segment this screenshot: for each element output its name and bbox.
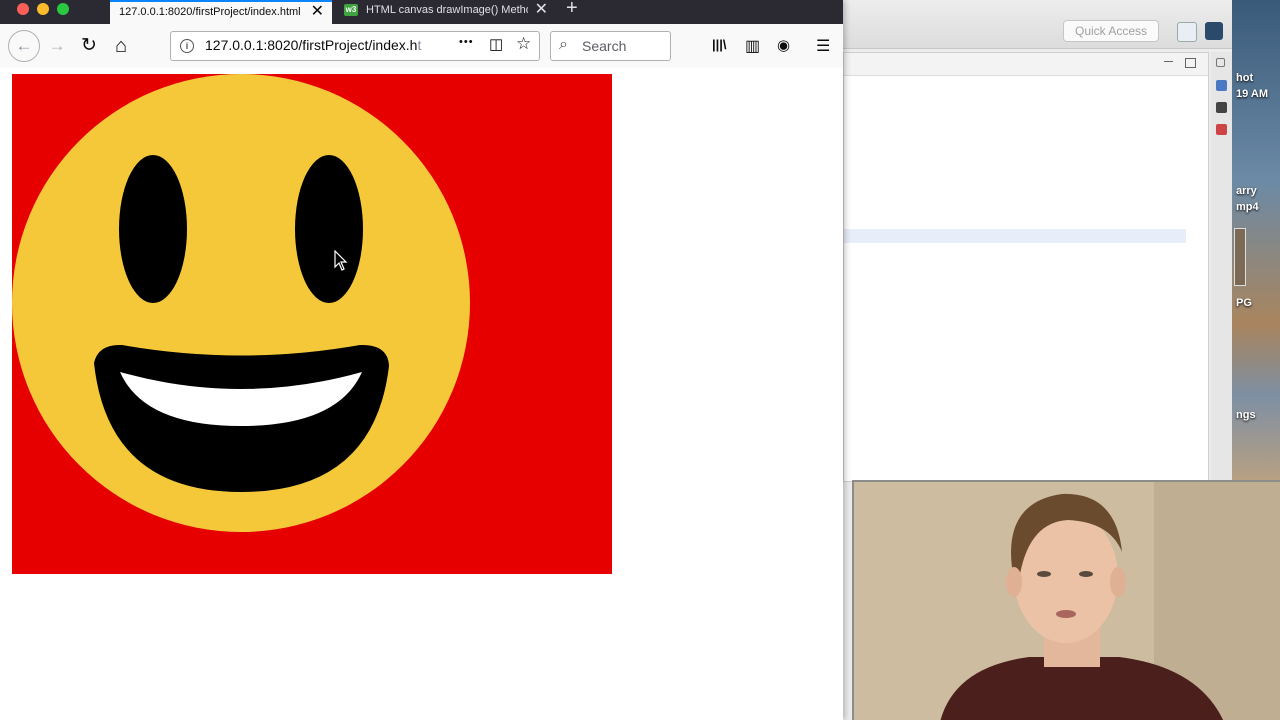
console-icon[interactable]	[1216, 102, 1227, 113]
url-main: 127.0.0.1:8020/firstProject/index.h	[205, 37, 418, 53]
star-icon[interactable]: ☆	[516, 34, 531, 54]
minimize-icon[interactable]	[1164, 61, 1173, 64]
pocket-icon[interactable]: ◫	[489, 35, 503, 53]
zoom-window-button[interactable]	[57, 3, 69, 15]
tab-title: 127.0.0.1:8020/firstProject/index.html	[119, 6, 301, 18]
url-text[interactable]: 127.0.0.1:8020/firstProject/index.ht	[205, 37, 423, 53]
webcam-overlay	[852, 480, 1280, 720]
tab-bar: 127.0.0.1:8020/firstProject/index.html ✕…	[0, 0, 843, 24]
restore-icon[interactable]	[1216, 58, 1225, 67]
ide-side-toolbar	[1211, 52, 1232, 482]
arrow-right-icon[interactable]: →	[43, 32, 71, 60]
tab-drawimage-docs[interactable]: w3 HTML canvas drawImage() Method ✕	[336, 0, 556, 24]
arrow-left-icon[interactable]: ←	[8, 30, 40, 62]
more-icon[interactable]: •••	[459, 36, 474, 48]
home-icon[interactable]: ⌂	[107, 32, 135, 60]
url-bar[interactable]: i 127.0.0.1:8020/firstProject/index.ht •…	[170, 31, 540, 61]
problems-icon[interactable]	[1216, 124, 1227, 135]
mouse-cursor-icon	[334, 250, 348, 271]
search-input[interactable]: ⌕ Search	[550, 31, 671, 61]
browser-window: 127.0.0.1:8020/firstProject/index.html ✕…	[0, 0, 843, 720]
perspective-icon[interactable]	[1177, 22, 1197, 42]
page-content	[0, 68, 843, 720]
left-eye	[119, 155, 187, 303]
tab-title: HTML canvas drawImage() Method	[366, 4, 528, 16]
desktop-file-label[interactable]: 19 AM	[1236, 88, 1268, 100]
navigation-toolbar: ← → ↻ ⌂ i 127.0.0.1:8020/firstProject/in…	[0, 24, 843, 69]
maximize-icon[interactable]	[1185, 58, 1196, 68]
desktop-file-label[interactable]: arry	[1236, 185, 1257, 197]
info-icon[interactable]: i	[180, 39, 194, 53]
library-icon[interactable]: |||\	[712, 37, 727, 52]
sidebar-icon[interactable]: ▥	[745, 36, 760, 56]
drawing-canvas[interactable]	[12, 74, 612, 574]
desktop-file-label[interactable]: ngs	[1236, 409, 1256, 421]
minimize-window-button[interactable]	[37, 3, 49, 15]
tab-local-page[interactable]: 127.0.0.1:8020/firstProject/index.html ✕	[110, 0, 332, 24]
close-window-button[interactable]	[17, 3, 29, 15]
hamburger-icon[interactable]: ☰	[816, 36, 830, 56]
ide-current-line	[844, 229, 1186, 243]
desktop-file-label[interactable]: mp4	[1236, 201, 1259, 213]
ide-toolbar: Quick Access	[843, 0, 1232, 49]
w3schools-favicon-icon: w3	[344, 4, 358, 16]
url-faded: t	[417, 37, 422, 53]
account-icon[interactable]: ◉	[777, 36, 790, 54]
quick-access-field[interactable]: Quick Access	[1063, 20, 1159, 42]
outline-icon[interactable]	[1216, 80, 1227, 91]
reload-icon[interactable]: ↻	[75, 32, 103, 60]
new-tab-button[interactable]: +	[566, 0, 578, 20]
debug-perspective-icon[interactable]	[1205, 22, 1223, 40]
desktop-file-label[interactable]: PG	[1236, 297, 1252, 309]
ide-editor-panel	[843, 52, 1209, 482]
search-icon: ⌕	[559, 36, 568, 53]
smiley-drawing	[12, 74, 470, 532]
close-tab-icon[interactable]: ✕	[311, 2, 324, 22]
desktop-file-label[interactable]: hot	[1236, 72, 1253, 84]
search-placeholder: Search	[582, 38, 627, 54]
presenter-video	[854, 482, 1280, 720]
right-eye	[295, 155, 363, 303]
close-tab-icon[interactable]: ✕	[535, 0, 548, 20]
desktop-file-thumbnail[interactable]	[1234, 228, 1246, 286]
ide-editor-header	[844, 53, 1208, 76]
